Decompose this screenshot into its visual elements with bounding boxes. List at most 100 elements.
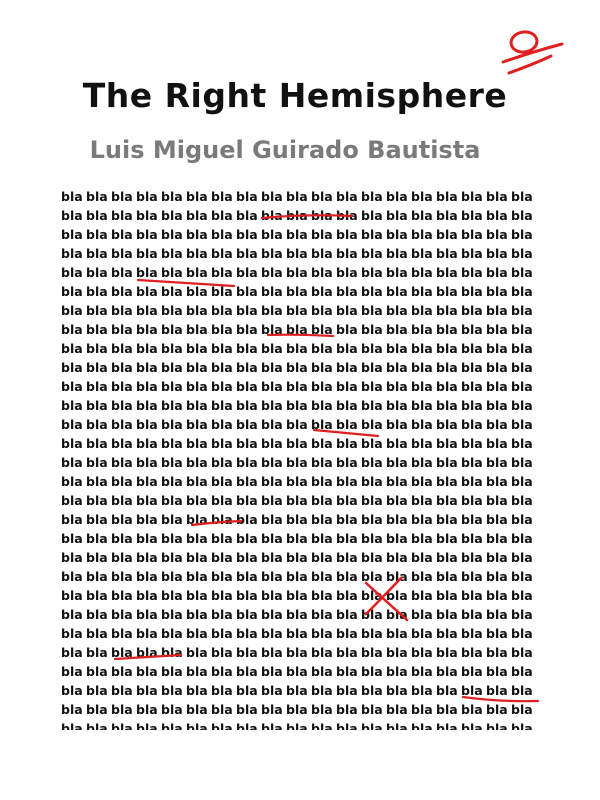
body-word: bla [161,284,183,299]
body-word: bla [211,284,233,299]
body-word: bla [111,379,133,394]
body-word: bla [186,550,208,565]
body-word: bla [61,455,83,470]
body-word: bla [161,550,183,565]
body-word: bla [336,626,358,641]
body-word: bla [211,645,233,660]
body-word: bla [411,664,433,679]
body-word: bla [136,664,158,679]
body-word: bla [61,626,83,641]
body-word: bla [236,626,258,641]
body-word: bla [136,455,158,470]
body-word: bla [286,626,308,641]
body-word: bla [436,322,458,337]
body-word: bla [286,474,308,489]
body-word: bla [261,227,283,242]
text-line: bla bla bla bla bla bla bla bla bla bla bla bla bla b… [61,452,536,471]
body-word: bla [186,417,208,432]
body-word: bla [386,455,408,470]
text-line: bla bla bla bla bla bla bla bla bla bla bla bla bla b… [61,357,536,376]
body-word: bla [511,626,533,641]
body-word: bla [486,189,508,204]
body-word: bla [311,474,333,489]
body-word: bla [211,512,233,527]
body-word: bla [261,702,283,717]
body-word: bla [311,569,333,584]
body-word: bla [361,436,383,451]
body-word: bla [361,664,383,679]
body-word: bla [261,683,283,698]
body-word: bla [211,341,233,356]
body-word: bla [361,379,383,394]
text-line: bla bla bla bla bla bla bla bla bla bla bla bla bla b… [61,338,536,357]
body-word: bla [361,284,383,299]
body-word: bla [261,303,283,318]
body-word: bla [86,208,108,223]
body-word: bla [386,360,408,375]
text-line: bla bla bla bla bla bla bla bla bla bla bla bla bla b… [61,490,536,509]
body-word: bla [236,664,258,679]
body-word: bla [261,379,283,394]
body-word: bla [461,417,483,432]
body-word: bla [461,265,483,280]
body-word: bla [311,512,333,527]
body-word: bla [461,683,483,698]
body-word: bla [136,227,158,242]
body-word: bla [411,721,433,730]
body-word: bla [286,512,308,527]
body-word: bla [486,607,508,622]
body-word: bla [111,246,133,261]
body-word: bla [436,683,458,698]
body-word: bla [411,265,433,280]
body-word: bla [211,607,233,622]
body-word: bla [336,417,358,432]
body-word: bla [336,265,358,280]
body-word: bla [61,398,83,413]
body-word: bla [86,189,108,204]
body-word: bla [211,227,233,242]
body-word: bla [486,531,508,546]
body-word: bla [236,360,258,375]
body-word: bla [486,265,508,280]
body-word: bla [236,227,258,242]
body-word: bla [261,265,283,280]
text-line: bla bla bla bla bla bla bla bla bla bla bla bla bla b… [61,205,536,224]
body-word: bla [211,303,233,318]
body-word: bla [86,550,108,565]
body-word: bla [186,645,208,660]
body-word: bla [411,493,433,508]
body-word: bla [186,493,208,508]
body-word: bla [86,360,108,375]
body-word: bla [211,664,233,679]
body-word: bla [511,607,533,622]
body-word: bla [486,721,508,730]
body-word: bla [111,303,133,318]
body-word: bla [436,341,458,356]
body-word: bla [361,360,383,375]
body-word: bla [336,664,358,679]
body-word: bla [436,626,458,641]
body-word: bla [261,512,283,527]
body-word: bla [161,246,183,261]
body-word: bla [136,550,158,565]
body-word: bla [336,512,358,527]
body-word: bla [311,379,333,394]
body-word: bla [361,208,383,223]
body-word: bla [211,626,233,641]
body-word: bla [311,455,333,470]
body-word: bla [486,474,508,489]
body-word: bla [286,550,308,565]
body-word: bla [511,664,533,679]
body-word: bla [486,702,508,717]
body-word: bla [111,512,133,527]
body-word: bla [311,360,333,375]
body-word: bla [486,341,508,356]
body-word: bla [386,436,408,451]
body-word: bla [61,512,83,527]
body-word: bla [286,702,308,717]
body-word: bla [286,664,308,679]
body-word: bla [236,322,258,337]
body-word: bla [136,379,158,394]
body-word: bla [261,360,283,375]
body-word: bla [111,664,133,679]
